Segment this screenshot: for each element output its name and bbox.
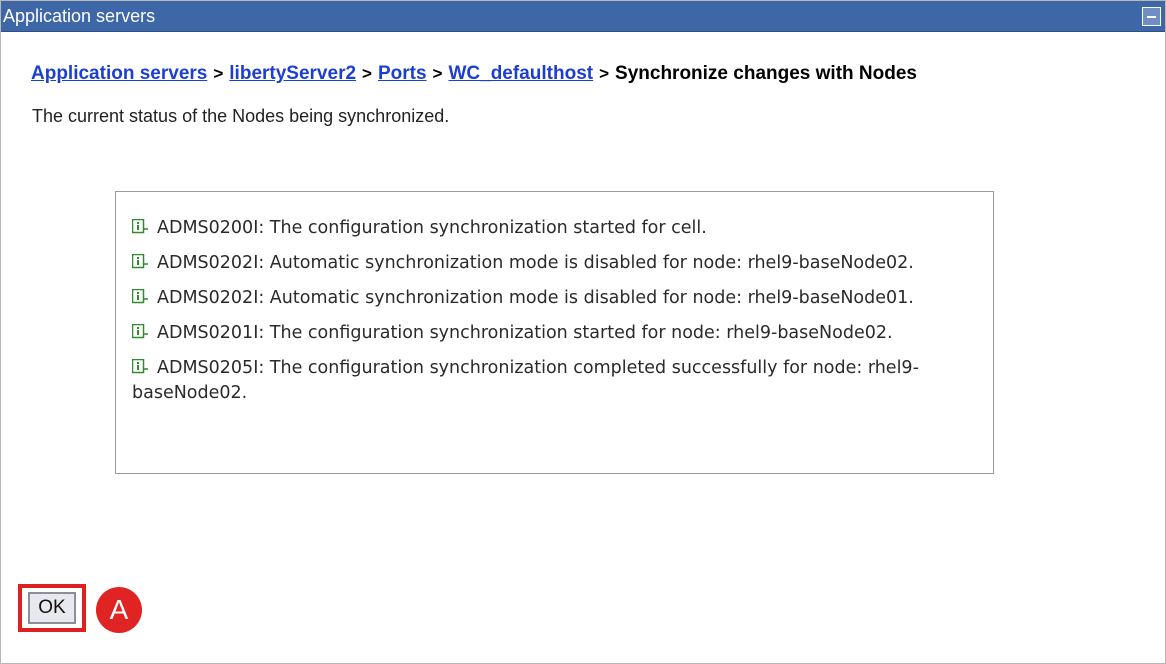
info-icon — [132, 324, 148, 339]
message-text: ADMS0205I: The configuration synchroniza… — [132, 358, 919, 403]
message-text: ADMS0202I: Automatic synchronization mod… — [157, 288, 914, 308]
breadcrumb-link-wc-defaulthost[interactable]: WC_defaulthost — [448, 63, 593, 84]
info-icon — [132, 219, 148, 234]
info-icon — [132, 254, 148, 269]
message-text: ADMS0200I: The configuration synchroniza… — [157, 218, 707, 238]
breadcrumb-current: Synchronize changes with Nodes — [615, 63, 917, 84]
breadcrumb-link-application-servers[interactable]: Application servers — [31, 63, 207, 84]
message-item: ADMS0200I: The configuration synchroniza… — [132, 216, 952, 241]
breadcrumb-separator: > — [432, 64, 443, 83]
breadcrumb-separator: > — [599, 64, 610, 83]
message-item: ADMS0202I: Automatic synchronization mod… — [132, 251, 952, 276]
breadcrumb: Application servers > libertyServer2 > Ports… — [31, 63, 917, 85]
page-description: The current status of the Nodes being sy… — [32, 106, 450, 126]
application-servers-panel: Application servers Application servers >… — [0, 0, 1166, 664]
panel-title: Application servers — [3, 6, 156, 26]
ok-button[interactable]: OK — [28, 592, 76, 624]
breadcrumb-separator: > — [213, 64, 224, 83]
breadcrumb-link-libertyserver2[interactable]: libertyServer2 — [229, 63, 356, 84]
annotation-marker: A — [96, 587, 142, 633]
collapse-icon[interactable] — [1142, 7, 1161, 26]
message-text: ADMS0201I: The configuration synchroniza… — [157, 323, 893, 343]
message-item: ADMS0202I: Automatic synchronization mod… — [132, 286, 952, 311]
info-icon — [132, 289, 148, 304]
message-item: ADMS0205I: The configuration synchroniza… — [132, 356, 952, 406]
message-list: ADMS0200I: The configuration synchroniza… — [132, 216, 952, 416]
panel-titlebar: Application servers — [1, 1, 1165, 32]
breadcrumb-link-ports[interactable]: Ports — [378, 63, 427, 84]
info-icon — [132, 359, 148, 374]
sync-status-message-box[interactable]: ADMS0200I: The configuration synchroniza… — [115, 191, 994, 474]
breadcrumb-separator: > — [362, 64, 372, 83]
message-text: ADMS0202I: Automatic synchronization mod… — [157, 253, 914, 273]
message-item: ADMS0201I: The configuration synchroniza… — [132, 321, 952, 346]
